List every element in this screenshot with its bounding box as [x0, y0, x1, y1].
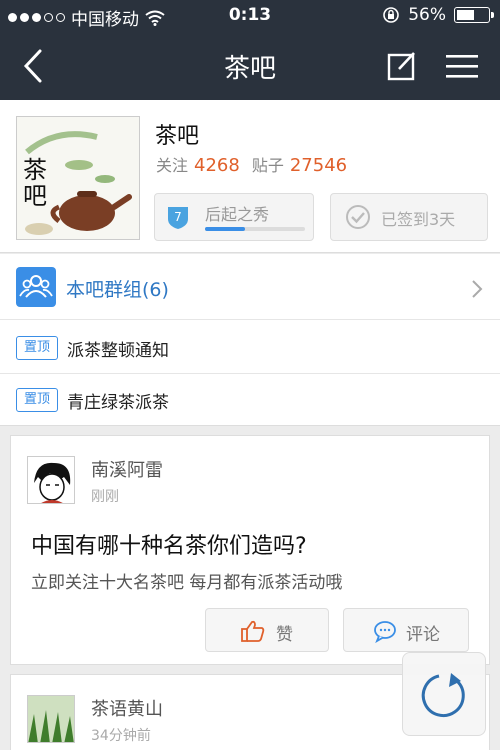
- avatar[interactable]: [27, 695, 75, 743]
- post-time: 刚刚: [91, 489, 119, 505]
- level-title: 后起之秀: [205, 205, 270, 224]
- comment-label: 评论: [406, 625, 440, 645]
- level-button[interactable]: 7 后起之秀: [154, 193, 314, 241]
- nav-bar: 茶吧: [0, 32, 500, 100]
- pinned-tag: 置顶: [16, 388, 58, 412]
- top-bar: 中国移动 0:13 56% 茶吧: [0, 0, 500, 100]
- post-author[interactable]: 茶语黄山: [91, 695, 163, 721]
- battery-icon: [454, 7, 494, 23]
- level-number: 7: [174, 210, 182, 224]
- battery-percent: 56%: [408, 5, 446, 25]
- forum-links-card: 本吧群组(6) 置顶 派茶整顿通知 置顶 青庄绿茶派茶: [0, 254, 500, 426]
- check-circle-icon: [346, 205, 370, 229]
- thumbs-up-icon: [241, 620, 265, 642]
- post-author[interactable]: 南溪阿雷: [91, 456, 163, 482]
- group-label: 本吧群组(6): [66, 279, 169, 301]
- group-row[interactable]: 本吧群组(6): [0, 254, 500, 320]
- level-badge-icon: 7: [168, 207, 188, 229]
- pinned-title: 青庄绿茶派茶: [67, 393, 169, 413]
- logo-text: 茶吧: [23, 156, 47, 210]
- forum-stats: 关注 4268 贴子 27546: [156, 152, 359, 176]
- pinned-post[interactable]: 置顶 青庄绿茶派茶: [0, 374, 500, 426]
- level-progress-bar: [205, 227, 305, 231]
- comment-button[interactable]: 评论: [343, 608, 469, 652]
- posts-count: 27546: [289, 155, 348, 176]
- posts-label: 贴子: [251, 156, 284, 175]
- like-label: 赞: [276, 625, 293, 645]
- follow-label: 关注: [156, 156, 189, 175]
- status-bar: 中国移动 0:13 56%: [0, 0, 500, 32]
- forum-header: 茶吧 茶吧 关注 4268 贴子 27546 7 后起之秀 已签到3天: [0, 100, 500, 253]
- forum-logo: 茶吧: [16, 116, 140, 240]
- pinned-tag: 置顶: [16, 336, 58, 360]
- group-icon: [16, 267, 56, 307]
- refresh-button[interactable]: [402, 652, 486, 736]
- like-button[interactable]: 赞: [205, 608, 329, 652]
- pinned-title: 派茶整顿通知: [67, 341, 169, 361]
- comment-icon: [374, 621, 396, 643]
- forum-name: 茶吧: [155, 124, 200, 149]
- post-card[interactable]: 南溪阿雷 刚刚 中国有哪十种名茶你们造吗? 立即关注十大名茶吧 每月都有派茶活动…: [10, 435, 490, 665]
- sign-in-button[interactable]: 已签到3天: [330, 193, 488, 241]
- sign-in-label: 已签到3天: [381, 210, 456, 229]
- rotation-lock-icon: [383, 7, 400, 23]
- compose-icon[interactable]: [386, 50, 418, 82]
- refresh-icon: [421, 673, 465, 718]
- page-title: 茶吧: [223, 54, 276, 84]
- menu-icon[interactable]: [444, 52, 480, 80]
- post-excerpt: 立即关注十大名茶吧 每月都有派茶活动哦: [31, 573, 343, 593]
- avatar[interactable]: [27, 456, 75, 504]
- follow-count: 4268: [194, 155, 240, 176]
- post-title[interactable]: 中国有哪十种名茶你们造吗?: [31, 528, 307, 560]
- post-time: 34分钟前: [91, 728, 151, 744]
- pinned-post[interactable]: 置顶 派茶整顿通知: [0, 322, 500, 374]
- chevron-right-icon: [472, 280, 483, 298]
